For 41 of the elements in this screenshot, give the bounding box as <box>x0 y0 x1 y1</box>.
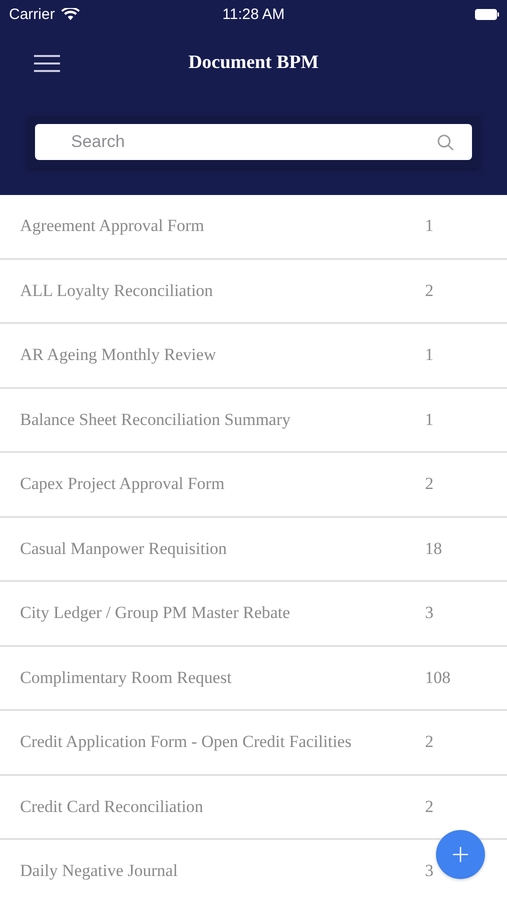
document-name: Casual Manpower Requisition <box>20 538 228 559</box>
document-row[interactable]: Credit Application Form - Open Credit Facilities 2 <box>0 711 507 776</box>
document-name: Credit Application Form - Open Credit Facilities <box>20 732 352 752</box>
document-count: 1 <box>425 345 434 366</box>
app-title: Document BPM <box>188 52 319 74</box>
document-name: Agreement Approval Form <box>20 216 206 236</box>
document-row[interactable]: Complimentary Room Request 108 <box>0 646 507 711</box>
plus-icon <box>452 846 469 863</box>
status-time: 11:28 AM <box>222 6 285 22</box>
document-row[interactable]: Capex Project Approval Form 2 <box>0 453 507 518</box>
document-row[interactable]: Balance Sheet Reconciliation Summary 1 <box>0 388 507 453</box>
battery-icon <box>475 8 499 20</box>
menu-icon[interactable] <box>34 54 60 72</box>
search-field[interactable]: Search <box>35 124 472 160</box>
carrier-name: Carrier <box>9 6 55 22</box>
document-count: 2 <box>425 474 434 494</box>
document-count: 3 <box>425 603 434 624</box>
document-count: 2 <box>425 732 434 752</box>
wifi-icon <box>60 8 80 20</box>
document-count: 1 <box>425 410 434 430</box>
document-name: Complimentary Room Request <box>20 668 233 688</box>
document-count: 2 <box>425 796 434 817</box>
search-icon <box>437 134 454 151</box>
document-name: ALL Loyalty Reconciliation <box>20 280 214 301</box>
document-name: Capex Project Approval Form <box>20 474 226 494</box>
document-count: 18 <box>425 538 443 559</box>
document-row[interactable]: ALL Loyalty Reconciliation 2 <box>0 260 507 324</box>
document-row[interactable]: AR Ageing Monthly Review 1 <box>0 324 507 388</box>
document-name: City Ledger / Group PM Master Rebate <box>20 603 292 624</box>
document-row[interactable]: City Ledger / Group PM Master Rebate 3 <box>0 582 507 646</box>
document-name: Balance Sheet Reconciliation Summary <box>20 410 292 430</box>
document-name: AR Ageing Monthly Review <box>20 345 217 366</box>
document-count: 2 <box>425 280 434 301</box>
document-row[interactable]: Agreement Approval Form 1 <box>0 195 507 260</box>
add-button[interactable] <box>436 830 485 879</box>
document-count: 3 <box>425 861 434 882</box>
document-name: Credit Card Reconciliation <box>20 796 204 817</box>
document-row[interactable]: Casual Manpower Requisition 18 <box>0 518 507 582</box>
document-name: Daily Negative Journal <box>20 861 179 882</box>
document-count: 108 <box>425 668 452 688</box>
document-count: 1 <box>425 216 434 236</box>
